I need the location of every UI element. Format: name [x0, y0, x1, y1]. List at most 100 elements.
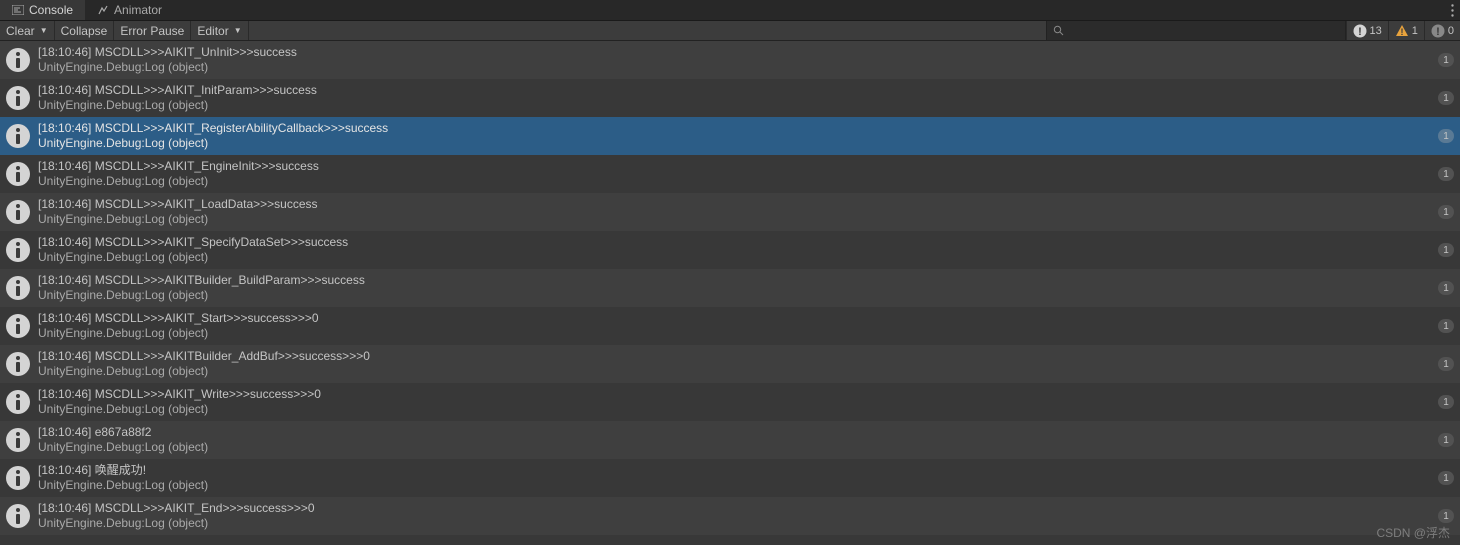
log-body: [18:10:46] MSCDLL>>>AIKIT_SpecifyDataSet… [38, 235, 1438, 265]
log-count-badge: 1 [1438, 91, 1454, 105]
log-count-badge: 1 [1438, 471, 1454, 485]
count-value: 1 [1412, 25, 1418, 37]
tab-label: Animator [114, 3, 162, 17]
log-entry[interactable]: [18:10:46] MSCDLL>>>AIKIT_Write>>>succes… [0, 383, 1460, 421]
info-icon [4, 350, 32, 378]
log-entry[interactable]: [18:10:46] MSCDLL>>>AIKITBuilder_AddBuf>… [0, 345, 1460, 383]
log-stacktrace: UnityEngine.Debug:Log (object) [38, 478, 1438, 493]
log-count-badge: 1 [1438, 319, 1454, 333]
search-box[interactable] [1046, 21, 1346, 40]
log-message: [18:10:46] MSCDLL>>>AIKIT_UnInit>>>succe… [38, 45, 1438, 60]
log-message: [18:10:46] e867a88f2 [38, 425, 1438, 440]
log-message: [18:10:46] 唤醒成功! [38, 463, 1438, 478]
info-icon [4, 46, 32, 74]
log-message: [18:10:46] MSCDLL>>>AIKITBuilder_AddBuf>… [38, 349, 1438, 364]
info-counter[interactable]: ! 13 [1346, 21, 1388, 40]
log-body: [18:10:46] MSCDLL>>>AIKIT_Start>>>succes… [38, 311, 1438, 341]
tab-label: Console [29, 3, 73, 17]
log-entry[interactable]: [18:10:46] MSCDLL>>>AIKIT_EngineInit>>>s… [0, 155, 1460, 193]
log-message: [18:10:46] MSCDLL>>>AIKIT_EngineInit>>>s… [38, 159, 1438, 174]
error-counter[interactable]: ! 0 [1424, 21, 1460, 40]
log-stacktrace: UnityEngine.Debug:Log (object) [38, 60, 1438, 75]
log-count-badge: 1 [1438, 167, 1454, 181]
svg-text:!: ! [1358, 26, 1362, 38]
log-message: [18:10:46] MSCDLL>>>AIKIT_SpecifyDataSet… [38, 235, 1438, 250]
log-body: [18:10:46] MSCDLL>>>AIKIT_UnInit>>>succe… [38, 45, 1438, 75]
log-body: [18:10:46] MSCDLL>>>AIKIT_End>>>success>… [38, 501, 1438, 531]
animator-icon [97, 4, 109, 16]
collapse-button[interactable]: Collapse [55, 21, 115, 40]
log-stacktrace: UnityEngine.Debug:Log (object) [38, 98, 1438, 113]
error-pause-button[interactable]: Error Pause [114, 21, 191, 40]
log-body: [18:10:46] MSCDLL>>>AIKIT_Write>>>succes… [38, 387, 1438, 417]
info-icon [4, 274, 32, 302]
tab-animator[interactable]: Animator [85, 0, 174, 20]
log-body: [18:10:46] MSCDLL>>>AIKITBuilder_AddBuf>… [38, 349, 1438, 379]
log-entry[interactable]: [18:10:46] MSCDLL>>>AIKIT_UnInit>>>succe… [0, 41, 1460, 79]
info-icon: ! [1353, 24, 1367, 38]
info-icon [4, 388, 32, 416]
button-label: Collapse [61, 24, 108, 38]
log-message: [18:10:46] MSCDLL>>>AIKIT_Write>>>succes… [38, 387, 1438, 402]
button-label: Error Pause [120, 24, 184, 38]
warning-counter[interactable]: ! 1 [1388, 21, 1424, 40]
info-icon [4, 122, 32, 150]
log-stacktrace: UnityEngine.Debug:Log (object) [38, 136, 1438, 151]
log-entry[interactable]: [18:10:46] MSCDLL>>>AIKITBuilder_BuildPa… [0, 269, 1460, 307]
editor-dropdown[interactable]: Editor ▼ [191, 21, 248, 40]
clear-button[interactable]: Clear ▼ [0, 21, 55, 40]
log-message: [18:10:46] MSCDLL>>>AIKIT_LoadData>>>suc… [38, 197, 1438, 212]
log-count-badge: 1 [1438, 53, 1454, 67]
log-entry[interactable]: [18:10:46] MSCDLL>>>AIKIT_RegisterAbilit… [0, 117, 1460, 155]
log-list[interactable]: [18:10:46] MSCDLL>>>AIKIT_UnInit>>>succe… [0, 41, 1460, 545]
log-entry[interactable]: [18:10:46] MSCDLL>>>AIKIT_End>>>success>… [0, 497, 1460, 535]
log-count-badge: 1 [1438, 243, 1454, 257]
log-body: [18:10:46] MSCDLL>>>AIKIT_EngineInit>>>s… [38, 159, 1438, 189]
log-entry[interactable]: [18:10:46] MSCDLL>>>AIKIT_SpecifyDataSet… [0, 231, 1460, 269]
log-entry[interactable]: [18:10:46] MSCDLL>>>AIKIT_LoadData>>>suc… [0, 193, 1460, 231]
info-icon [4, 236, 32, 264]
log-entry[interactable]: [18:10:46] MSCDLL>>>AIKIT_InitParam>>>su… [0, 79, 1460, 117]
log-body: [18:10:46] MSCDLL>>>AIKITBuilder_BuildPa… [38, 273, 1438, 303]
console-toolbar: Clear ▼ Collapse Error Pause Editor ▼ ! … [0, 21, 1460, 41]
info-icon [4, 426, 32, 454]
log-count-badge: 1 [1438, 205, 1454, 219]
log-stacktrace: UnityEngine.Debug:Log (object) [38, 402, 1438, 417]
log-stacktrace: UnityEngine.Debug:Log (object) [38, 440, 1438, 455]
log-count-badge: 1 [1438, 129, 1454, 143]
log-body: [18:10:46] MSCDLL>>>AIKIT_RegisterAbilit… [38, 121, 1438, 151]
log-stacktrace: UnityEngine.Debug:Log (object) [38, 326, 1438, 341]
error-icon: ! [1431, 24, 1445, 38]
svg-text:!: ! [1436, 26, 1440, 38]
info-icon [4, 464, 32, 492]
count-value: 13 [1370, 25, 1382, 37]
log-body: [18:10:46] 唤醒成功! UnityEngine.Debug:Log (… [38, 463, 1438, 493]
log-entry[interactable]: [18:10:46] e867a88f2 UnityEngine.Debug:L… [0, 421, 1460, 459]
log-stacktrace: UnityEngine.Debug:Log (object) [38, 288, 1438, 303]
tab-bar: Console Animator [0, 0, 1460, 21]
log-message: [18:10:46] MSCDLL>>>AIKIT_Start>>>succes… [38, 311, 1438, 326]
log-stacktrace: UnityEngine.Debug:Log (object) [38, 250, 1438, 265]
search-input[interactable] [1068, 25, 1339, 37]
log-count-badge: 1 [1438, 357, 1454, 371]
log-body: [18:10:46] e867a88f2 UnityEngine.Debug:L… [38, 425, 1438, 455]
log-count-badge: 1 [1438, 281, 1454, 295]
kebab-menu[interactable] [1444, 0, 1460, 20]
chevron-down-icon: ▼ [234, 26, 242, 35]
button-label: Editor [197, 24, 228, 38]
log-stacktrace: UnityEngine.Debug:Log (object) [38, 212, 1438, 227]
log-entry[interactable]: [18:10:46] MSCDLL>>>AIKIT_Start>>>succes… [0, 307, 1460, 345]
log-stacktrace: UnityEngine.Debug:Log (object) [38, 364, 1438, 379]
info-icon [4, 312, 32, 340]
log-body: [18:10:46] MSCDLL>>>AIKIT_InitParam>>>su… [38, 83, 1438, 113]
log-count-badge: 1 [1438, 509, 1454, 523]
console-icon [12, 4, 24, 16]
log-message: [18:10:46] MSCDLL>>>AIKIT_InitParam>>>su… [38, 83, 1438, 98]
log-count-badge: 1 [1438, 395, 1454, 409]
log-body: [18:10:46] MSCDLL>>>AIKIT_LoadData>>>suc… [38, 197, 1438, 227]
log-entry[interactable]: [18:10:46] 唤醒成功! UnityEngine.Debug:Log (… [0, 459, 1460, 497]
tab-console[interactable]: Console [0, 0, 85, 20]
log-message: [18:10:46] MSCDLL>>>AIKIT_RegisterAbilit… [38, 121, 1438, 136]
log-stacktrace: UnityEngine.Debug:Log (object) [38, 516, 1438, 531]
toolbar-spacer [249, 21, 1046, 40]
